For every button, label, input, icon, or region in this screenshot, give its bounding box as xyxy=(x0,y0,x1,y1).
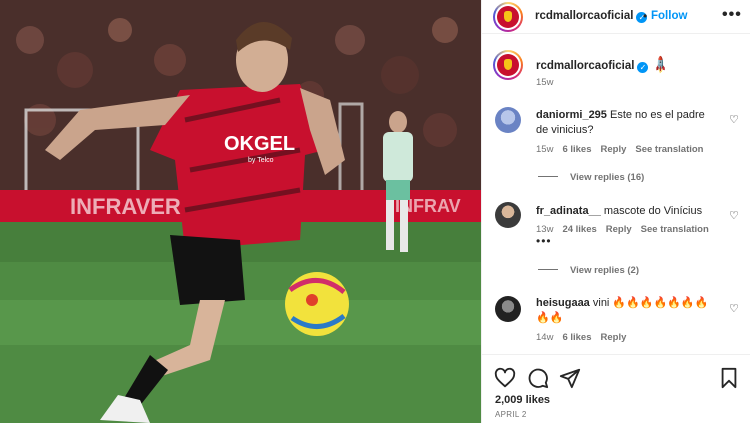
share-icon[interactable] xyxy=(559,367,581,389)
comment-body: heisugaaa vini 🔥🔥🔥🔥🔥🔥🔥🔥🔥 xyxy=(536,296,714,326)
see-translation-button[interactable]: See translation xyxy=(635,144,703,155)
football-player-image: INFRAVERTE INFRAV OKGEL by Telco xyxy=(0,0,481,423)
replies-line xyxy=(538,176,558,177)
comment-username[interactable]: fr_adinata__ xyxy=(536,205,601,217)
see-translation-button[interactable]: See translation xyxy=(641,224,709,235)
comment-text: mascote do Vinícius xyxy=(603,205,703,217)
comment-body: fr_adinata__ mascote do Vinícius xyxy=(536,204,714,219)
comment-avatar[interactable] xyxy=(495,296,521,322)
football xyxy=(285,272,349,336)
verified-icon: ✓ xyxy=(637,62,649,73)
bookmark-icon[interactable] xyxy=(718,367,740,389)
heart-icon[interactable] xyxy=(494,367,516,389)
header-username-text[interactable]: rcdmallorcaoficial xyxy=(535,10,633,22)
sponsor-logo-text: OKGEL xyxy=(224,133,295,155)
post-header: rcdmallorcaoficial ✓ • Follow ••• xyxy=(482,0,750,34)
comment-username[interactable]: heisugaaa xyxy=(536,297,590,309)
comment-time: 14w xyxy=(536,332,554,343)
separator-dot: • xyxy=(643,9,648,23)
likes-count[interactable]: 2,009 likes xyxy=(495,394,550,406)
post-side-panel: rcdmallorcaoficial ✓ • Follow ••• rcdmall… xyxy=(481,0,750,423)
view-replies-label[interactable]: View replies (2) xyxy=(570,265,639,276)
comment-icon[interactable] xyxy=(527,367,549,389)
comment-like-heart-icon[interactable]: ♡ xyxy=(729,113,739,126)
follow-button[interactable]: Follow xyxy=(651,10,687,22)
comment-likes[interactable]: 6 likes xyxy=(562,144,591,155)
comment-like-heart-icon[interactable]: ♡ xyxy=(729,302,739,315)
view-replies-button[interactable]: View replies (16) xyxy=(538,172,644,183)
caption-username-text[interactable]: rcdmallorcaoficial xyxy=(536,60,634,72)
reply-button[interactable]: Reply xyxy=(601,144,627,155)
post-date: APRIL 2 xyxy=(495,410,527,419)
caption-time: 15w xyxy=(536,77,554,88)
post-actions-footer: 2,009 likes APRIL 2 xyxy=(482,354,750,423)
post-photo: INFRAVERTE INFRAV OKGEL by Telco xyxy=(0,0,481,423)
comment-more-icon[interactable]: ••• xyxy=(536,234,552,248)
more-options-icon[interactable]: ••• xyxy=(722,6,742,24)
comment-username[interactable]: daniormi_295 xyxy=(536,109,607,121)
view-replies-label[interactable]: View replies (16) xyxy=(570,172,644,183)
caption-avatar[interactable] xyxy=(493,50,523,80)
comment-time: 15w xyxy=(536,144,554,155)
club-crest-icon xyxy=(497,54,519,76)
comment-likes[interactable]: 6 likes xyxy=(562,332,591,343)
comment-meta: 13w 24 likes Reply See translation xyxy=(536,224,718,235)
club-crest-icon xyxy=(497,6,519,28)
comment-meta: 14w 6 likes Reply xyxy=(536,332,635,343)
profile-avatar[interactable] xyxy=(493,2,523,32)
rocket-icon: 🚀 xyxy=(650,54,672,76)
comment-avatar[interactable] xyxy=(495,202,521,228)
comment-body: daniormi_295 Este no es el padre de vini… xyxy=(536,108,714,138)
comment-likes[interactable]: 24 likes xyxy=(562,224,596,235)
comment-like-heart-icon[interactable]: ♡ xyxy=(729,209,739,222)
comment-meta: 15w 6 likes Reply See translation xyxy=(536,144,712,155)
replies-line xyxy=(538,269,558,270)
sponsor-logo-sub: by Telco xyxy=(248,157,274,164)
reply-button[interactable]: Reply xyxy=(601,332,627,343)
reply-button[interactable]: Reply xyxy=(606,224,632,235)
caption-username[interactable]: rcdmallorcaoficial ✓ 🚀 xyxy=(536,54,672,76)
header-username[interactable]: rcdmallorcaoficial ✓ xyxy=(535,10,648,23)
view-replies-button[interactable]: View replies (2) xyxy=(538,265,639,276)
comment-avatar[interactable] xyxy=(495,107,521,133)
